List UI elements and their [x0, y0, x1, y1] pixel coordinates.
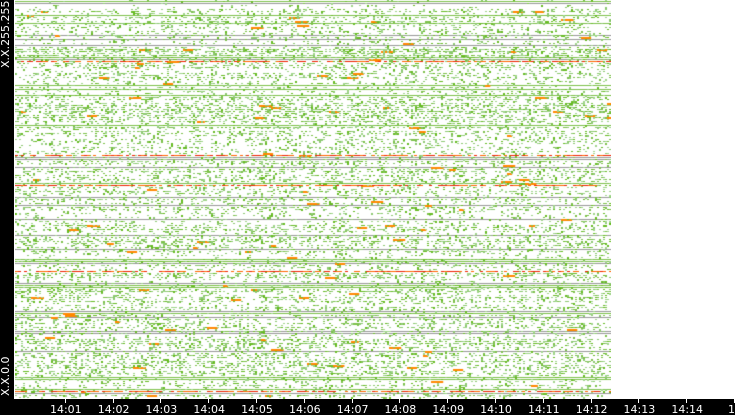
- x-tick-label: 14:06: [288, 403, 321, 416]
- x-tick-label: 14:01: [49, 403, 82, 416]
- x-tick-label: 14:05: [241, 403, 273, 416]
- x-tick-label: 14:13: [623, 403, 656, 416]
- x-tick-label: 14:10: [480, 403, 512, 416]
- heatmap-plot-area: [15, 0, 611, 399]
- y-tick-label-top: X.X.255.255: [0, 0, 12, 68]
- y-tick-label-bottom: X.X.0.0: [0, 356, 12, 396]
- x-tick-label: 14:11: [527, 403, 560, 416]
- x-tick-label: 14:14: [671, 403, 704, 416]
- x-tick-label: 14:12: [575, 403, 608, 416]
- x-tick-label: 14:07: [336, 403, 369, 416]
- x-tick-label: 14:08: [384, 403, 417, 416]
- x-tick-label: 14:04: [193, 403, 226, 416]
- x-tick-label: 14:03: [145, 403, 178, 416]
- x-tick-label: 14:02: [97, 403, 130, 416]
- y-axis: X.X.255.255 X.X.0.0: [0, 0, 14, 415]
- x-tick-label: 14:09: [432, 403, 465, 416]
- x-tick-label: 14: [728, 403, 735, 416]
- x-axis: 14:01 14:02 14:03 14:04 14:05 14:06 14:07 14:08…: [0, 399, 735, 416]
